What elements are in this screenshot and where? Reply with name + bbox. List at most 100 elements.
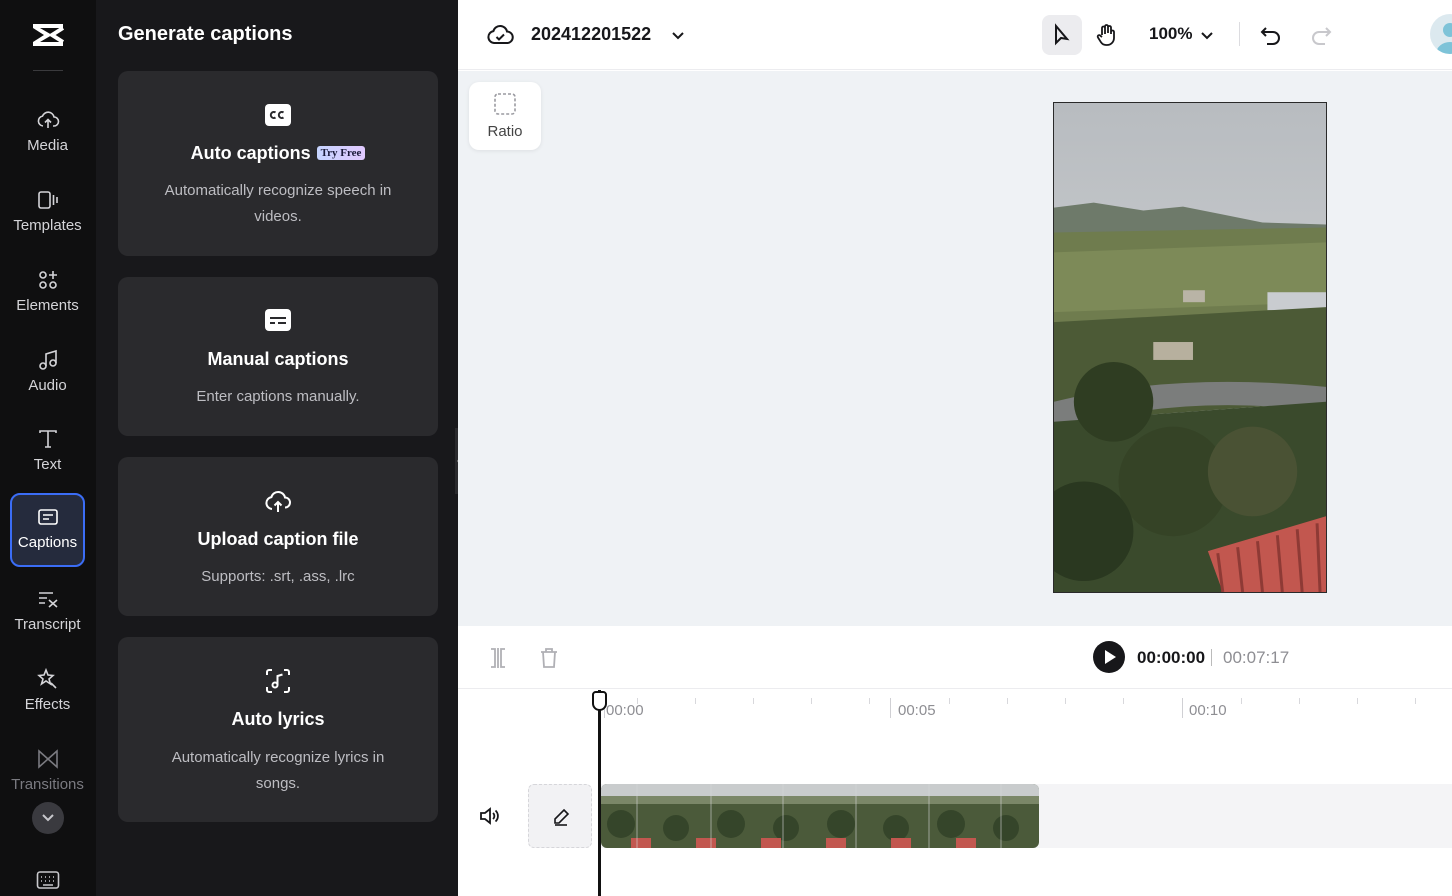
chevron-down-icon[interactable]	[670, 27, 686, 43]
volume-icon[interactable]	[478, 806, 500, 826]
user-avatar-icon	[1436, 23, 1452, 54]
nav-effects[interactable]: Effects	[10, 655, 85, 729]
upload-caption-desc: Supports: .srt, .ass, .lrc	[201, 568, 355, 585]
nav-text-label: Text	[33, 456, 62, 473]
rail-divider	[33, 70, 63, 71]
current-time: 00:00:00	[1137, 648, 1206, 667]
time-separator	[1211, 649, 1212, 666]
templates-icon	[38, 191, 58, 209]
keyboard-shortcuts-icon[interactable]	[36, 870, 60, 890]
pointer-icon	[1055, 23, 1070, 46]
player-controls: 00:00:00 00:07:17	[458, 626, 1452, 689]
tick-minor	[949, 698, 950, 704]
nav-text[interactable]: Text	[10, 415, 85, 489]
cloud-sync-icon[interactable]	[486, 22, 514, 48]
caption-box-icon	[265, 309, 291, 331]
auto-lyrics-card[interactable]: Auto lyrics Automatically recognize lyri…	[118, 637, 438, 822]
music-note-icon	[39, 349, 57, 370]
nav-templates[interactable]: Templates	[10, 176, 85, 250]
undo-icon[interactable]	[1258, 22, 1284, 48]
nav-elements[interactable]: Elements	[10, 256, 85, 330]
auto-captions-title: Auto captions	[190, 143, 311, 163]
total-duration: 00:07:17	[1223, 648, 1290, 667]
manual-captions-desc: Enter captions manually.	[196, 388, 360, 405]
tick-mark	[890, 698, 891, 718]
tick-minor	[753, 698, 754, 704]
tick-minor	[1299, 698, 1300, 704]
avatar[interactable]	[1430, 14, 1452, 54]
manual-captions-title: Manual captions	[207, 349, 349, 369]
nav-audio[interactable]: Audio	[10, 336, 85, 410]
playhead-line[interactable]	[598, 690, 601, 896]
clip-thumbnails-image	[601, 784, 1039, 848]
pencil-icon	[554, 808, 570, 826]
effects-icon	[37, 667, 57, 689]
text-icon	[39, 430, 57, 448]
tick-minor	[1357, 698, 1358, 704]
video-frame-image	[1054, 103, 1326, 592]
tick-minor	[637, 698, 638, 704]
toolbar-separator	[1239, 22, 1240, 46]
play-icon	[1105, 650, 1116, 664]
video-clip[interactable]	[601, 784, 1039, 848]
transitions-icon	[38, 749, 58, 769]
nav-templates-label: Templates	[13, 217, 82, 234]
playhead-handle[interactable]	[592, 691, 607, 711]
auto-captions-card[interactable]: Auto captions Try Free Automatically reco…	[118, 71, 438, 256]
ratio-button[interactable]: Ratio	[469, 82, 541, 150]
auto-lyrics-desc: Automatically recognize lyrics in songs.	[171, 749, 385, 792]
nav-captions[interactable]: Captions	[10, 493, 85, 567]
tick-label-2: 00:10	[1189, 702, 1227, 719]
upload-caption-card[interactable]: Upload caption file Supports: .srt, .ass…	[118, 457, 438, 616]
play-button[interactable]	[1093, 641, 1125, 673]
auto-captions-desc: Automatically recognize speech in videos…	[164, 182, 392, 225]
elements-icon	[39, 271, 57, 289]
app-root: Media Templates Elements Audio Text Capt…	[0, 0, 1452, 896]
tick-minor	[1123, 698, 1124, 704]
nav-captions-label: Captions	[17, 534, 78, 551]
hand-tool-button[interactable]	[1086, 15, 1126, 55]
auto-lyrics-title: Auto lyrics	[231, 709, 325, 729]
captions-icon	[38, 509, 58, 525]
project-name[interactable]: 202412201522	[531, 24, 651, 45]
top-bar: 202412201522 100%	[458, 0, 1452, 70]
captions-panel: Generate captions Auto captions Try Free …	[96, 0, 458, 896]
upload-caption-title: Upload caption file	[197, 529, 359, 549]
transcript-icon	[39, 592, 58, 608]
tick-label-0: 00:00	[606, 702, 644, 719]
nav-transitions-label: Transitions	[11, 776, 84, 793]
capcut-logo[interactable]	[30, 20, 66, 50]
cloud-upload-icon	[265, 490, 291, 512]
try-free-badge: Try Free	[316, 146, 366, 160]
zoom-level[interactable]: 100%	[1149, 24, 1192, 44]
chevron-down-icon	[42, 814, 54, 822]
tick-minor	[1007, 698, 1008, 704]
select-tool-button[interactable]	[1042, 15, 1082, 55]
redo-icon[interactable]	[1308, 22, 1334, 48]
nav-media[interactable]: Media	[10, 96, 85, 170]
edit-cover-button[interactable]	[528, 784, 592, 848]
chevron-down-icon[interactable]	[1199, 27, 1215, 43]
cloud-upload-icon	[37, 111, 60, 128]
nav-transcript[interactable]: Transcript	[10, 575, 85, 649]
more-tools-button[interactable]	[32, 802, 64, 834]
nav-transcript-label: Transcript	[14, 616, 81, 633]
ratio-label: Ratio	[487, 123, 523, 140]
video-preview[interactable]	[1053, 102, 1327, 593]
timeline[interactable]: 00:00 00:05 00:10	[458, 690, 1452, 896]
tick-label-1: 00:05	[898, 702, 936, 719]
preview-canvas: Ratio	[458, 71, 1452, 626]
tick-minor	[695, 698, 696, 704]
tick-minor	[811, 698, 812, 704]
split-icon[interactable]	[487, 646, 509, 670]
nav-media-label: Media	[27, 137, 68, 154]
nav-audio-label: Audio	[28, 377, 67, 394]
cc-icon	[265, 104, 291, 126]
trash-icon[interactable]	[538, 646, 560, 670]
nav-transitions[interactable]: Transitions	[10, 735, 85, 809]
lyrics-icon	[266, 669, 290, 693]
aspect-ratio-icon	[494, 93, 516, 115]
left-nav-rail: Media Templates Elements Audio Text Capt…	[0, 0, 96, 896]
manual-captions-card[interactable]: Manual captions Enter captions manually.	[118, 277, 438, 436]
nav-elements-label: Elements	[16, 297, 79, 314]
